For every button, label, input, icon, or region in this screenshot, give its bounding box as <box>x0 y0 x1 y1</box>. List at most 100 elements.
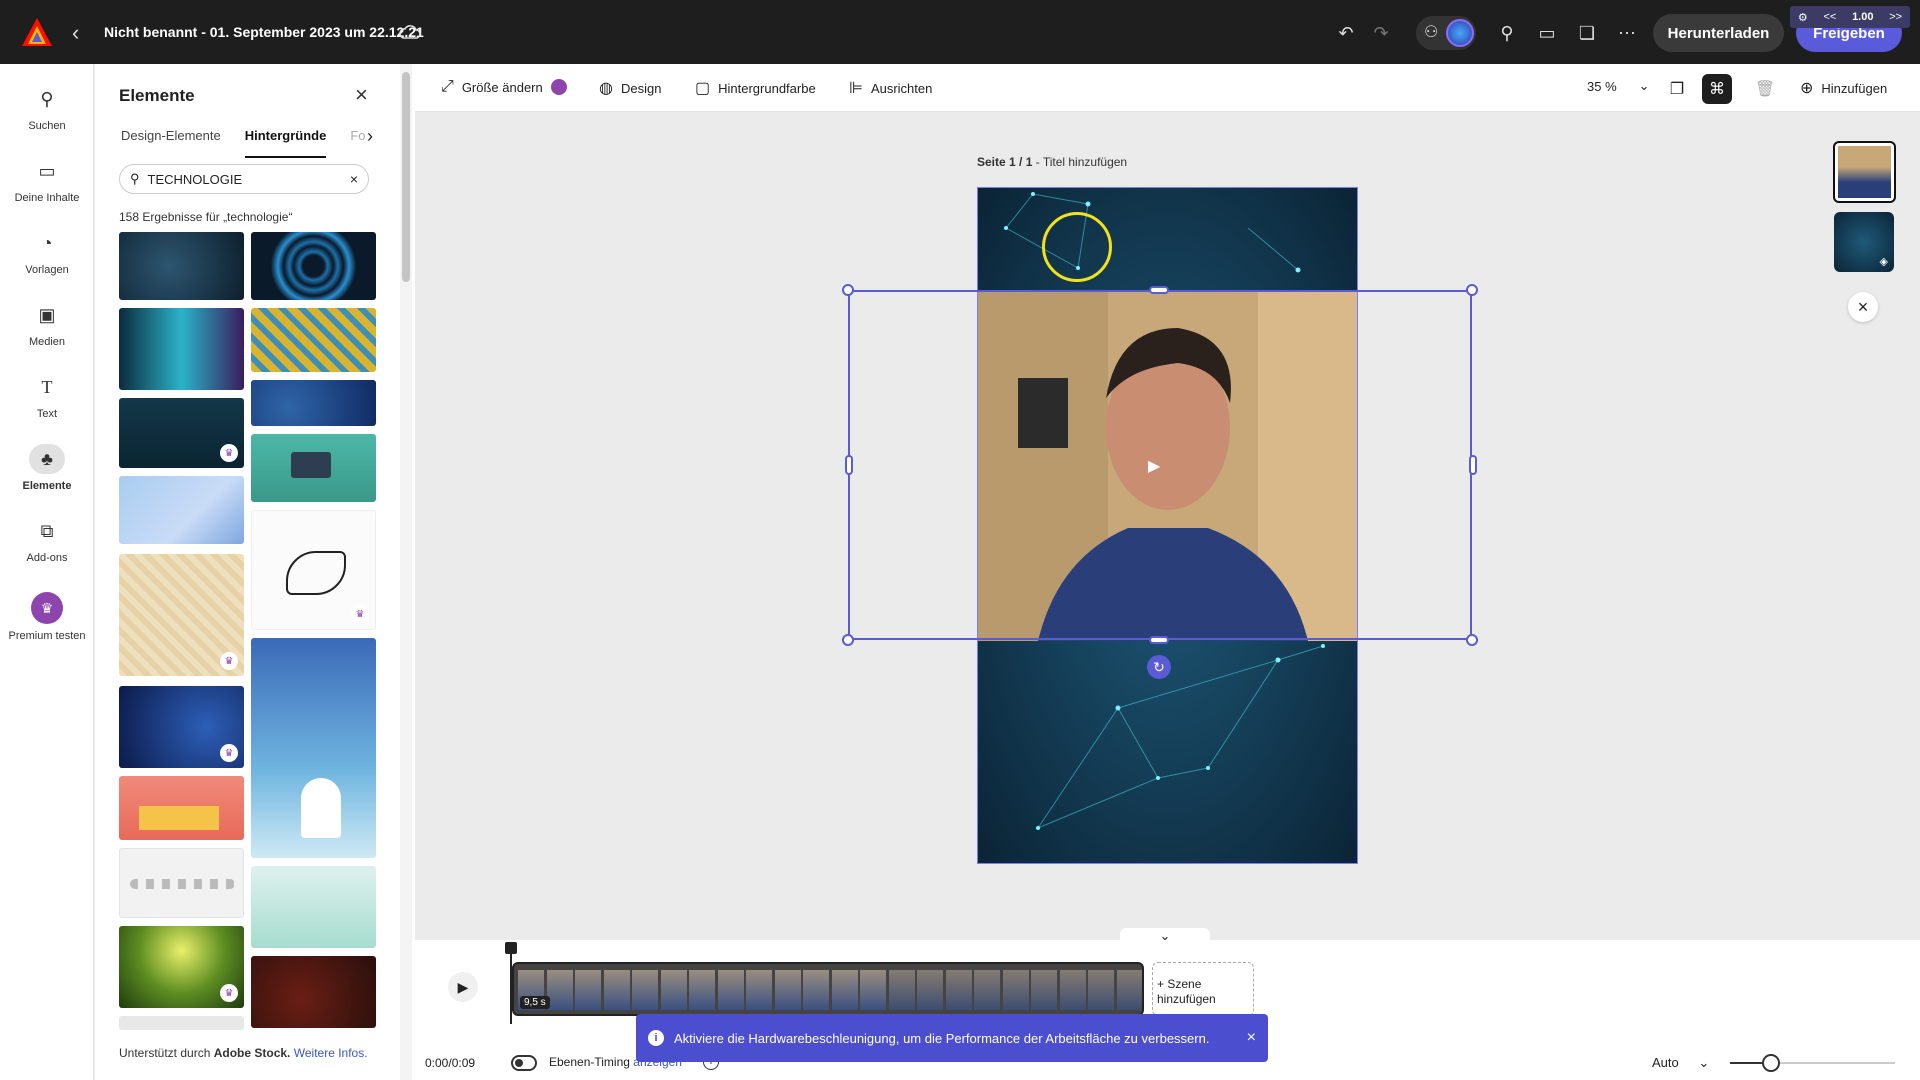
gear-icon[interactable]: ⚙ <box>1798 11 1808 24</box>
more-icon[interactable]: ⋯ <box>1614 20 1640 46</box>
align-button[interactable]: ⊫ Ausrichten <box>849 78 932 98</box>
background-thumbnail[interactable] <box>251 308 376 372</box>
background-thumbnail[interactable]: ♛ <box>119 926 244 1008</box>
timeline-zoom-slider[interactable] <box>1730 1054 1895 1072</box>
canvas-toolbar: ⤢ Größe ändern ◍ Design ▢ Hintergrundfar… <box>415 64 1920 112</box>
cloud-sync-icon[interactable] <box>398 22 422 42</box>
add-scene-button[interactable]: + Szene hinzufügen <box>1152 962 1254 1016</box>
background-thumbnail[interactable]: ♛ <box>119 554 244 676</box>
clip-frame <box>860 970 886 1010</box>
rotate-icon[interactable]: ↻ <box>1147 655 1171 679</box>
search-input[interactable]: TECHNOLOGIE <box>148 172 243 187</box>
resize-handle[interactable] <box>1469 455 1477 475</box>
chat-icon[interactable]: ❏ <box>1574 20 1600 46</box>
resize-handle[interactable] <box>1466 284 1478 296</box>
rail-item-search[interactable]: ⚲ Suchen <box>0 84 94 132</box>
layer-thumbnail[interactable]: ◈ <box>1834 212 1894 272</box>
background-thumbnail[interactable] <box>251 232 376 300</box>
rail-item-premium[interactable]: ♛ Premium testen <box>0 592 94 642</box>
add-scene-label: hinzufügen <box>1157 992 1216 1006</box>
rail-item-templates[interactable]: ◔ Vorlagen <box>0 228 94 276</box>
pages-icon[interactable]: ❐ <box>1662 74 1692 104</box>
speed-decrease-button[interactable]: << <box>1823 11 1836 23</box>
playhead[interactable] <box>510 946 512 1024</box>
background-thumbnail[interactable]: ♛ <box>119 398 244 468</box>
background-thumbnail[interactable]: ♛ <box>119 686 244 768</box>
background-thumbnail[interactable] <box>119 232 244 300</box>
trash-icon[interactable]: 🗑 <box>1750 74 1780 104</box>
collaborators-avatar-group[interactable]: ⚇ <box>1416 16 1476 50</box>
resize-handle[interactable] <box>1149 636 1169 644</box>
document-title[interactable]: Nicht benannt - 01. September 2023 um 22… <box>104 24 424 40</box>
comment-icon[interactable]: ▭ <box>1534 20 1560 46</box>
background-thumbnail[interactable] <box>251 638 376 858</box>
background-thumbnail[interactable] <box>119 776 244 840</box>
clear-icon[interactable]: × <box>350 171 358 187</box>
clip-duration: 9,5 s <box>520 996 550 1009</box>
background-thumbnail[interactable]: ♛ <box>251 510 376 630</box>
zoom-dropdown[interactable]: 35 % ⌄ <box>1587 78 1650 94</box>
add-label: Hinzufügen <box>1821 80 1888 96</box>
tab-fonts[interactable]: Fo <box>350 128 365 158</box>
rail-item-addons[interactable]: ⧉ Add-ons <box>0 516 94 564</box>
page-thumbnail[interactable] <box>1833 141 1896 203</box>
more-info-link[interactable]: Weitere Infos. <box>294 1046 368 1060</box>
chevron-down-icon[interactable]: ⌄ <box>1120 928 1210 948</box>
close-icon[interactable]: × <box>1247 1029 1256 1047</box>
download-button[interactable]: Herunterladen <box>1653 14 1784 52</box>
background-thumbnail[interactable] <box>251 956 376 1028</box>
grid-view-icon[interactable]: ⌘ <box>1702 74 1732 104</box>
clip-frame <box>917 970 943 1010</box>
chevron-right-icon[interactable]: › <box>367 126 373 147</box>
resize-handle[interactable] <box>845 455 853 475</box>
resize-button[interactable]: ⤢ Größe ändern <box>441 78 567 96</box>
close-icon[interactable]: × <box>1848 292 1878 322</box>
background-thumbnail[interactable] <box>251 866 376 948</box>
chevron-down-icon: ⌄ <box>1698 1055 1710 1070</box>
rail-item-elements[interactable]: ♣ Elemente <box>0 444 94 492</box>
rail-item-your-content[interactable]: ▭ Deine Inhalte <box>0 156 94 204</box>
background-thumbnail[interactable] <box>119 308 244 390</box>
speed-increase-button[interactable]: >> <box>1889 11 1902 23</box>
background-thumbnail[interactable] <box>119 848 244 918</box>
add-person-icon[interactable]: ⚇ <box>1424 22 1438 42</box>
layer-timing-toggle[interactable] <box>511 1055 537 1071</box>
panel-scrollbar[interactable] <box>400 64 412 1080</box>
align-label: Ausrichten <box>870 80 933 96</box>
tab-backgrounds[interactable]: Hintergründe <box>244 128 327 158</box>
time-display: 0:00/0:09 <box>425 1056 476 1070</box>
rail-item-media[interactable]: ▣ Medien <box>0 300 94 348</box>
resize-handle[interactable] <box>842 284 854 296</box>
rail-item-text[interactable]: T Text <box>0 372 94 420</box>
background-thumbnail[interactable] <box>119 476 244 544</box>
clip-frame <box>888 970 915 1010</box>
background-color-button[interactable]: ▢ Hintergrundfarbe <box>695 78 816 98</box>
background-thumbnail[interactable] <box>251 434 376 502</box>
lightbulb-icon[interactable]: ⚲ <box>1494 20 1520 46</box>
adobe-express-logo[interactable] <box>22 18 52 46</box>
undo-icon[interactable]: ↶ <box>1333 20 1359 46</box>
search-field[interactable]: ⚲ TECHNOLOGIE × <box>119 164 369 194</box>
design-button[interactable]: ◍ Design <box>599 78 661 98</box>
add-button[interactable]: ⊕ Hinzufügen <box>1800 78 1887 98</box>
timeline-zoom-dropdown[interactable]: Auto ⌄ <box>1652 1055 1709 1071</box>
tab-design-elements[interactable]: Design-Elemente <box>121 128 221 158</box>
video-clip-track[interactable]: 9,5 s <box>512 962 1144 1016</box>
resize-handle[interactable] <box>1466 634 1478 646</box>
results-count: 158 Ergebnisse für „technologie“ <box>119 210 293 224</box>
avatar[interactable] <box>1446 19 1474 47</box>
play-icon[interactable]: ▶ <box>1148 456 1168 476</box>
background-thumbnail[interactable] <box>119 1016 244 1030</box>
design-label: Design <box>620 80 662 96</box>
page-title-placeholder[interactable]: - Titel hinzufügen <box>1032 155 1127 169</box>
illustration-shape <box>130 879 235 889</box>
play-button[interactable]: ▶ <box>448 972 478 1002</box>
background-thumbnail[interactable] <box>251 380 376 426</box>
page-label[interactable]: Seite 1 / 1 - Titel hinzufügen <box>977 155 1127 169</box>
resize-handle[interactable] <box>1149 286 1169 294</box>
close-icon[interactable]: × <box>355 82 368 108</box>
resize-handle[interactable] <box>842 634 854 646</box>
redo-icon[interactable]: ↷ <box>1368 20 1394 46</box>
scrollbar-thumb[interactable] <box>402 72 410 282</box>
back-chevron-icon[interactable]: ‹ <box>72 20 79 46</box>
